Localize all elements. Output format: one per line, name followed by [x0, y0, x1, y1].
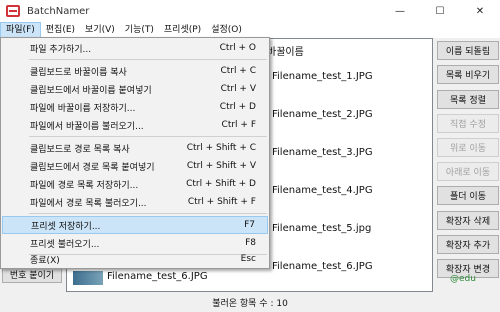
close-button[interactable]: ✕ [460, 0, 500, 22]
menu-item-save-names[interactable]: 파일에 바꿀이름 저장하기... Ctrl + D [2, 98, 268, 116]
file-row[interactable]: Filename_test_3.JPG [272, 147, 373, 158]
menu-item-paste-paths[interactable]: 클립보드에서 경로 목록 붙여넣기 Ctrl + Shift + V [2, 157, 268, 175]
menu-item-copy-paths[interactable]: 클립보드로 경로 목록 복사 Ctrl + Shift + C [2, 139, 268, 157]
menu-edit[interactable]: 편집(E) [41, 22, 80, 38]
file-row[interactable]: Filename_test_2.JPG [272, 109, 373, 120]
menu-file[interactable]: 파일(F) [0, 22, 41, 38]
status-bar: 불러온 항목 수 : 10 [0, 292, 500, 312]
move-up-button[interactable]: 위로 이동 [437, 138, 499, 157]
menu-item-copy-names[interactable]: 클립보드로 바꿀이름 복사 Ctrl + C [2, 62, 268, 80]
clear-list-button[interactable]: 목록 비우기 [437, 65, 499, 84]
file-row-original-name[interactable]: Filename_test_6.JPG [107, 271, 208, 282]
delete-extension-button[interactable]: 확장자 삭제 [437, 211, 499, 230]
minimize-button[interactable]: — [380, 0, 420, 22]
undo-rename-button[interactable]: 이름 되돌림 [437, 41, 499, 60]
maximize-button[interactable]: ☐ [420, 0, 460, 22]
menu-tools[interactable]: 기능(T) [120, 22, 159, 38]
edit-directly-button[interactable]: 직접 수정 [437, 114, 499, 133]
sort-list-button[interactable]: 목록 정렬 [437, 90, 499, 109]
menu-separator [29, 136, 267, 137]
column-header-new-name[interactable]: 바꿀이름 [267, 43, 304, 58]
menu-item-add-files[interactable]: 파일 추가하기... Ctrl + O [2, 39, 268, 57]
file-row[interactable]: Filename_test_4.JPG [272, 185, 373, 196]
move-folder-button[interactable]: 폴더 이동 [437, 186, 499, 205]
menu-item-exit[interactable]: 종료(X) Esc [2, 250, 268, 268]
move-down-button[interactable]: 아래로 이동 [437, 162, 499, 181]
menu-item-load-paths[interactable]: 파일에서 경로 목록 불러오기... Ctrl + Shift + F [2, 193, 268, 211]
menu-item-load-names[interactable]: 파일에서 바꿀이름 불러오기... Ctrl + F [2, 116, 268, 134]
menu-view[interactable]: 보기(V) [80, 22, 120, 38]
file-row[interactable]: Filename_test_1.JPG [272, 71, 373, 82]
menu-bar: 파일(F) 편집(E) 보기(V) 기능(T) 프리셋(P) 설정(O) [0, 22, 500, 38]
menu-item-save-paths[interactable]: 파일에 경로 목록 저장하기... Ctrl + Shift + D [2, 175, 268, 193]
app-icon [6, 5, 20, 17]
add-extension-button[interactable]: 확장자 추가 [437, 235, 499, 254]
menu-preset[interactable]: 프리셋(P) [159, 22, 206, 38]
menu-item-save-preset[interactable]: 프리셋 저장하기... F7 [2, 216, 268, 234]
window-title: BatchNamer [27, 5, 90, 17]
menu-settings[interactable]: 설정(O) [206, 22, 247, 38]
window-controls: — ☐ ✕ [380, 0, 500, 22]
file-thumbnail [73, 271, 103, 285]
file-menu-dropdown: 파일 추가하기... Ctrl + O 클립보드로 바꿀이름 복사 Ctrl + C… [0, 37, 270, 269]
file-row[interactable]: Filename_test_5.jpg [272, 223, 371, 234]
menu-separator [29, 213, 267, 214]
right-panel: 이름 되돌림 목록 비우기 목록 정렬 직접 수정 위로 이동 아래로 이동 폴… [436, 38, 500, 292]
file-row[interactable]: Filename_test_6.JPG [272, 261, 373, 272]
watermark: @edu [450, 274, 476, 284]
menu-separator [29, 59, 267, 60]
menu-item-paste-names[interactable]: 클립보드에서 바꿀이름 붙여넣기 Ctrl + V [2, 80, 268, 98]
status-loaded-count: 불러온 항목 수 : 10 [212, 298, 288, 309]
title-bar: BatchNamer — ☐ ✕ [0, 0, 500, 22]
